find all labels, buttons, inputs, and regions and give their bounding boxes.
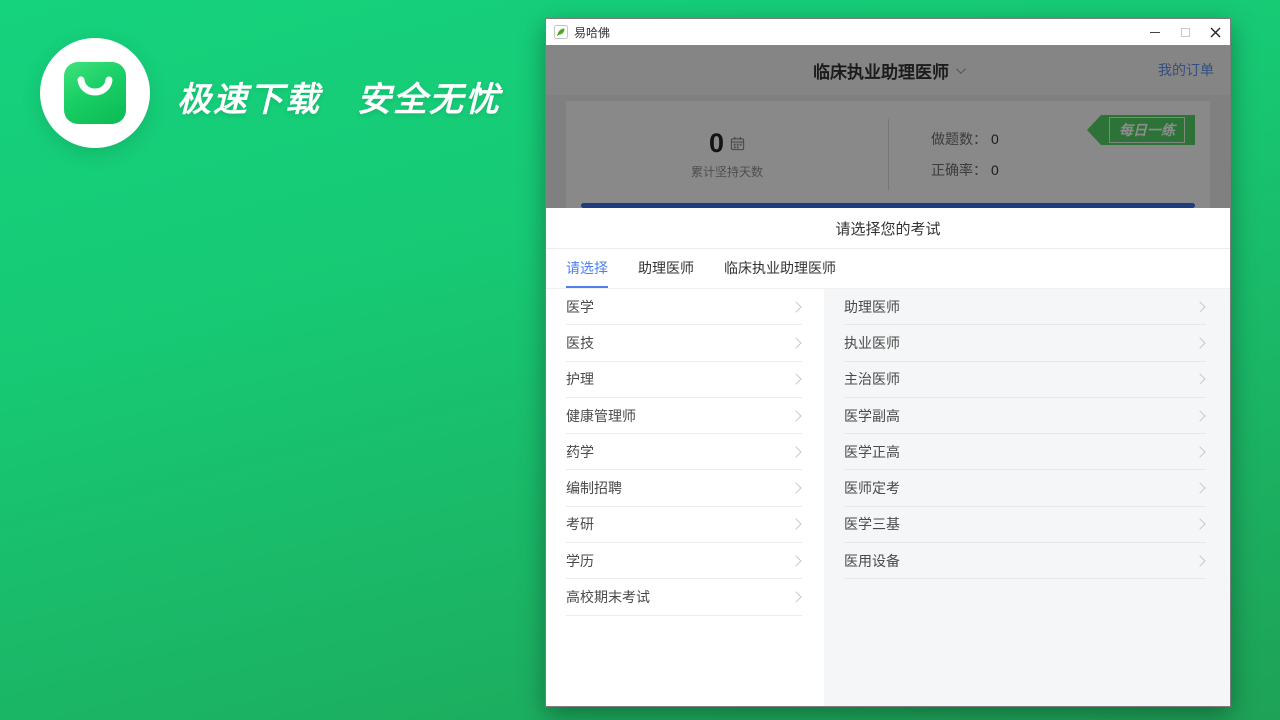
maximize-button[interactable] — [1170, 19, 1200, 45]
daily-practice-label: 每日一练 — [1109, 117, 1185, 143]
category-label: 执业医师 — [844, 333, 900, 353]
daily-practice-ribbon[interactable]: 每日一练 — [1087, 115, 1195, 145]
app-header: 临床执业助理医师 我的订单 — [546, 45, 1230, 95]
stats-panel: 0 累计坚持天数 — [566, 101, 1210, 208]
tab-label: 请选择 — [566, 258, 608, 278]
category-label: 医学正高 — [844, 442, 900, 462]
current-exam-selector[interactable]: 临床执业助理医师 — [813, 58, 963, 83]
days-value: 0 — [709, 130, 724, 157]
shopping-bag-icon — [64, 62, 126, 124]
days-stat-label: 累计坚持天数 — [691, 163, 763, 180]
category-label: 医学 — [566, 297, 594, 317]
exam-selection-modal: 请选择您的考试 请选择 助理医师 临床执业助理医师 医学 医技 护理 健康管理师… — [546, 208, 1230, 706]
chevron-right-icon — [790, 410, 801, 421]
bag-handle-icon — [64, 62, 126, 124]
app-leaf-icon — [554, 25, 568, 39]
modal-title: 请选择您的考试 — [835, 218, 940, 239]
category-list-item[interactable]: 医用设备 — [844, 543, 1206, 579]
minimize-button[interactable] — [1140, 19, 1170, 45]
category-label: 医师定考 — [844, 478, 900, 498]
current-exam-label: 临床执业助理医师 — [813, 58, 949, 83]
stat-label: 做题数： — [931, 129, 987, 149]
category-label: 学历 — [566, 551, 594, 571]
category-label: 医用设备 — [844, 551, 900, 571]
chevron-right-icon — [790, 519, 801, 530]
category-list-item[interactable]: 医学三基 — [844, 507, 1206, 543]
stat-value: 0 — [991, 162, 999, 178]
category-list-item[interactable]: 健康管理师 — [566, 398, 802, 434]
modal-tab[interactable]: 临床执业助理医师 — [724, 249, 836, 288]
chevron-right-icon — [790, 374, 801, 385]
category-list-item[interactable]: 医师定考 — [844, 470, 1206, 506]
category-list-item[interactable]: 考研 — [566, 507, 802, 543]
category-label: 高校期末考试 — [566, 587, 650, 607]
category-list-item[interactable]: 护理 — [566, 362, 802, 398]
category-list-item[interactable]: 学历 — [566, 543, 802, 579]
category-list-item[interactable]: 高校期末考试 — [566, 579, 802, 615]
tab-label: 临床执业助理医师 — [724, 258, 836, 278]
category-label: 医学副高 — [844, 406, 900, 426]
app-window: 易哈佛 临床执业助理医师 我的订单 — [545, 18, 1231, 707]
category-list-item[interactable]: 医技 — [566, 325, 802, 361]
chevron-right-icon — [1194, 446, 1205, 457]
chevron-right-icon — [790, 555, 801, 566]
stat-value: 0 — [991, 131, 999, 147]
window-titlebar: 易哈佛 — [546, 19, 1230, 45]
category-list-right: 助理医师 执业医师 主治医师 医学副高 医学正高 医师定考 医学三基 医用设备 — [824, 289, 1230, 706]
my-orders-link[interactable]: 我的订单 — [1158, 45, 1214, 95]
tab-label: 助理医师 — [638, 258, 694, 278]
modal-tab[interactable]: 助理医师 — [638, 249, 694, 288]
category-label: 健康管理师 — [566, 406, 636, 426]
stat-row: 正确率：0 — [931, 160, 999, 180]
category-list-item[interactable]: 执业医师 — [844, 325, 1206, 361]
category-list-item[interactable]: 主治医师 — [844, 362, 1206, 398]
chevron-right-icon — [1194, 519, 1205, 530]
modal-header: 请选择您的考试 — [546, 208, 1230, 249]
category-label: 医学三基 — [844, 514, 900, 534]
category-list-item[interactable]: 助理医师 — [844, 289, 1206, 325]
window-title: 易哈佛 — [574, 24, 610, 41]
category-list-item[interactable]: 医学副高 — [844, 398, 1206, 434]
promo-slogan: 极速下载 安全无忧 — [177, 72, 501, 121]
category-label: 医技 — [566, 333, 594, 353]
app-store-logo — [40, 38, 150, 148]
modal-content: 医学 医技 护理 健康管理师 药学 编制招聘 考研 学历 高校期末考试 助理医师… — [546, 289, 1230, 706]
chevron-right-icon — [1194, 410, 1205, 421]
stats-strip: 0 累计坚持天数 — [546, 95, 1230, 208]
chevron-right-icon — [1194, 555, 1205, 566]
modal-tab[interactable]: 请选择 — [566, 249, 608, 288]
chevron-right-icon — [790, 482, 801, 493]
category-label: 考研 — [566, 514, 594, 534]
chevron-right-icon — [1194, 374, 1205, 385]
modal-tabs: 请选择 助理医师 临床执业助理医师 — [546, 249, 1230, 289]
category-list-left: 医学 医技 护理 健康管理师 药学 编制招聘 考研 学历 高校期末考试 — [546, 289, 824, 706]
stat-label: 正确率： — [931, 160, 987, 180]
days-stat: 0 累计坚持天数 — [566, 101, 888, 208]
chevron-down-icon — [956, 64, 966, 74]
close-icon — [1210, 27, 1221, 38]
category-label: 编制招聘 — [566, 478, 622, 498]
chevron-right-icon — [790, 591, 801, 602]
category-list-item[interactable]: 医学 — [566, 289, 802, 325]
chevron-right-icon — [1194, 337, 1205, 348]
chevron-right-icon — [790, 337, 801, 348]
category-label: 护理 — [566, 369, 594, 389]
stat-row: 做题数：0 — [931, 129, 999, 149]
chevron-right-icon — [1194, 482, 1205, 493]
category-list-item[interactable]: 药学 — [566, 434, 802, 470]
category-label: 助理医师 — [844, 297, 900, 317]
category-label: 药学 — [566, 442, 594, 462]
question-stats: 做题数：0 正确率：0 — [889, 101, 999, 208]
chevron-right-icon — [790, 446, 801, 457]
close-button[interactable] — [1200, 19, 1230, 45]
chevron-right-icon — [1194, 301, 1205, 312]
category-list-item[interactable]: 编制招聘 — [566, 470, 802, 506]
calendar-icon — [730, 136, 745, 151]
chevron-right-icon — [790, 301, 801, 312]
category-list-item[interactable]: 医学正高 — [844, 434, 1206, 470]
category-label: 主治医师 — [844, 369, 900, 389]
